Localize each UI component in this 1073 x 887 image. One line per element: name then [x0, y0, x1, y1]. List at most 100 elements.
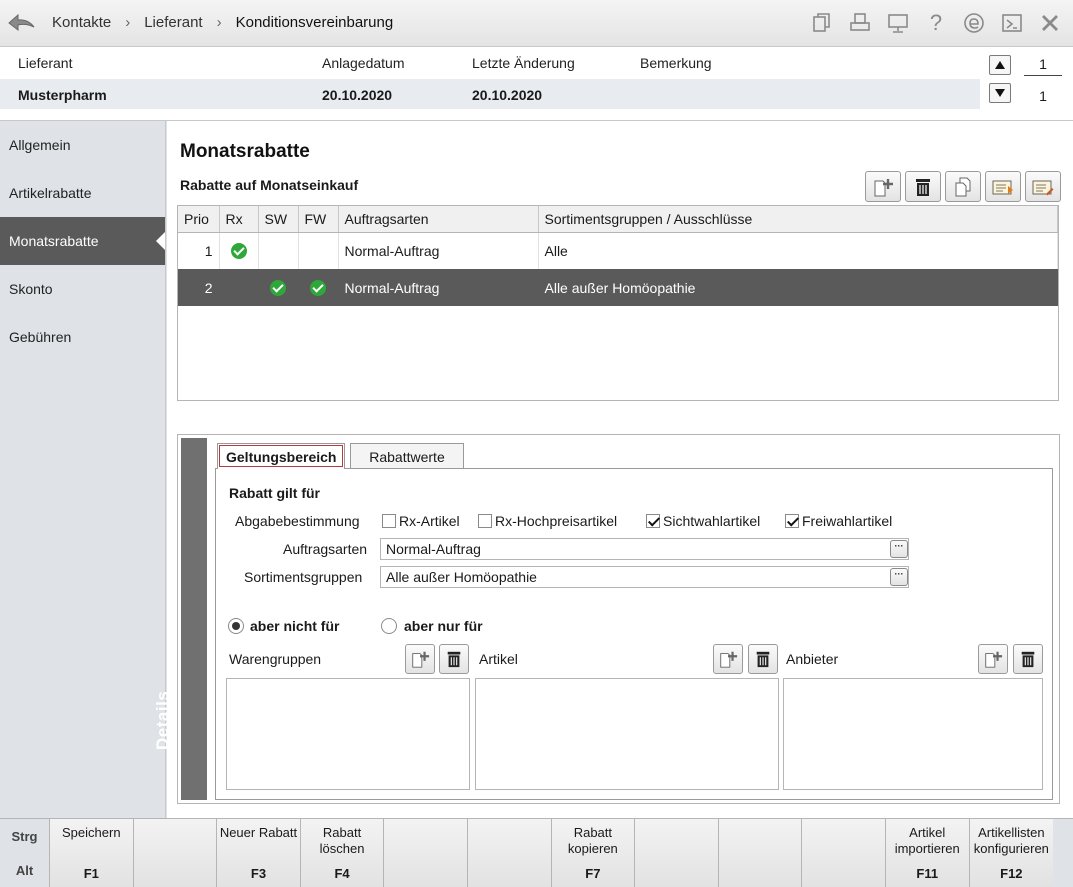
add-anbieter-button[interactable]: [978, 644, 1008, 674]
warengruppen-list[interactable]: [226, 678, 470, 790]
lieferant-label: Lieferant: [18, 55, 73, 71]
f1-speichern-button[interactable]: Speichern F1: [50, 819, 134, 887]
sichtwahl-checkbox[interactable]: [646, 514, 660, 528]
breadcrumb-lieferant[interactable]: Lieferant: [144, 14, 202, 31]
rx-hochpreis-label: Rx-Hochpreisartikel: [495, 513, 618, 529]
supplier-row[interactable]: Musterpharm 20.10.2020 20.10.2020: [0, 79, 980, 109]
cell-auftragsarten: Normal-Auftrag: [338, 232, 539, 269]
rx-artikel-label: Rx-Artikel: [399, 513, 460, 529]
breadcrumb-kontakte[interactable]: Kontakte: [52, 14, 111, 31]
add-artikel-button[interactable]: [713, 644, 743, 674]
configure-list-button[interactable]: [1025, 171, 1061, 202]
column-header-rx[interactable]: Rx: [219, 206, 259, 233]
delete-warengruppe-button[interactable]: [439, 644, 469, 674]
column-header-auftragsarten[interactable]: Auftragsarten: [338, 206, 539, 233]
auftragsarten-browse-button[interactable]: ···: [890, 540, 908, 558]
auftragsarten-field[interactable]: Normal-Auftrag: [380, 538, 909, 560]
sortiment-field[interactable]: Alle außer Homöopathie: [380, 566, 909, 588]
configure-list-icon: [1032, 180, 1054, 195]
breadcrumb-separator-icon: ›: [125, 14, 131, 31]
scroll-up-button[interactable]: [989, 55, 1011, 75]
sidebar-item-label: Allgemein: [9, 137, 71, 153]
column-header-fw[interactable]: FW: [298, 206, 339, 233]
breadcrumb: Kontakte › Lieferant › Konditionsvereinb…: [52, 14, 393, 31]
sortiment-browse-button[interactable]: ···: [890, 568, 908, 586]
lieferant-value: Musterpharm: [18, 87, 107, 103]
help-icon[interactable]: ?: [923, 10, 949, 36]
f4-rabatt-loeschen-button[interactable]: Rabatt löschen F4: [300, 819, 385, 887]
rx-artikel-checkbox[interactable]: [382, 514, 396, 528]
copy-rabatt-button[interactable]: [945, 171, 981, 202]
page-title: Monatsrabatte: [180, 141, 310, 162]
modifier-column: Strg Alt: [0, 819, 50, 887]
copy-icon[interactable]: [809, 10, 835, 36]
add-warengruppe-button[interactable]: [405, 644, 435, 674]
f9-button[interactable]: [718, 819, 803, 887]
artikel-label: Artikel: [479, 651, 518, 667]
add-document-icon: [874, 178, 893, 196]
f8-button[interactable]: [635, 819, 719, 887]
alt-modifier[interactable]: Alt: [16, 863, 33, 878]
breadcrumb-konditionsvereinbarung: Konditionsvereinbarung: [235, 14, 394, 31]
import-list-icon: [992, 180, 1013, 194]
rx-hochpreis-checkbox[interactable]: [478, 514, 492, 528]
aber-nur-fuer-label: aber nur für: [404, 618, 483, 634]
details-strip-label: Details: [153, 690, 172, 750]
breadcrumb-separator-icon: ›: [216, 14, 222, 31]
page-total: 1: [1039, 88, 1047, 104]
auftragsarten-label: Auftragsarten: [283, 541, 368, 557]
delete-artikel-button[interactable]: [748, 644, 778, 674]
strg-modifier[interactable]: Strg: [12, 829, 38, 844]
tab-geltungsbereich[interactable]: Geltungsbereich: [217, 443, 346, 469]
warengruppen-label: Warengruppen: [229, 651, 322, 667]
info-e-icon[interactable]: [961, 10, 987, 36]
f2-button[interactable]: [133, 819, 218, 887]
import-button[interactable]: [985, 171, 1021, 202]
sidebar-item-gebuehren[interactable]: Gebühren: [0, 313, 165, 361]
tab-rabattwerte[interactable]: Rabattwerte: [350, 443, 464, 469]
letzte-aenderung-value: 20.10.2020: [472, 87, 543, 103]
f5-button[interactable]: [384, 819, 468, 887]
aber-nicht-fuer-label: aber nicht für: [250, 618, 340, 634]
column-header-sw[interactable]: SW: [258, 206, 299, 233]
anbieter-list[interactable]: [783, 678, 1043, 790]
details-strip[interactable]: Details: [153, 438, 207, 800]
abgabebestimmung-label: Abgabebestimmung: [235, 513, 360, 529]
window-icon[interactable]: [999, 10, 1025, 36]
sidebar: Allgemein Artikelrabatte Monatsrabatte S…: [0, 121, 166, 818]
sidebar-item-artikelrabatte[interactable]: Artikelrabatte: [0, 169, 165, 217]
f3-neuer-rabatt-button[interactable]: Neuer Rabatt F3: [217, 819, 301, 887]
close-icon[interactable]: [1037, 10, 1063, 36]
print-icon[interactable]: [847, 10, 873, 36]
add-rabatt-button[interactable]: [865, 171, 901, 202]
delete-anbieter-button[interactable]: [1013, 644, 1043, 674]
back-arrow-icon[interactable]: [6, 9, 36, 35]
delete-rabatt-button[interactable]: [905, 171, 941, 202]
triangle-down-icon: [995, 89, 1005, 97]
aber-nur-fuer-radio[interactable]: [381, 618, 397, 634]
freiwahl-checkbox[interactable]: [785, 514, 799, 528]
f10-button[interactable]: [802, 819, 886, 887]
sidebar-item-skonto[interactable]: Skonto: [0, 265, 165, 313]
artikel-list[interactable]: [475, 678, 779, 790]
trash-icon: [756, 651, 770, 668]
f6-button[interactable]: [467, 819, 552, 887]
title-bar: Kontakte › Lieferant › Konditionsvereinb…: [0, 0, 1073, 47]
column-header-prio[interactable]: Prio: [178, 206, 220, 233]
bemerkung-label: Bemerkung: [640, 55, 712, 71]
details-panel: Details Geltungsbereich Rabattwerte Raba…: [153, 434, 1060, 804]
anlagedatum-label: Anlagedatum: [322, 55, 405, 71]
sidebar-item-label: Monatsrabatte: [9, 233, 99, 249]
scroll-down-button[interactable]: [989, 83, 1011, 103]
table-row[interactable]: 1 Normal-Auftrag Alle: [178, 232, 1058, 269]
f7-rabatt-kopieren-button[interactable]: Rabatt kopieren F7: [551, 819, 636, 887]
monitor-icon[interactable]: [885, 10, 911, 36]
table-row[interactable]: 2 Normal-Auftrag Alle außer Homöopathie: [178, 269, 1058, 306]
freiwahl-label: Freiwahlartikel: [802, 513, 893, 529]
f11-artikel-importieren-button[interactable]: Artikel importieren F11: [885, 819, 970, 887]
aber-nicht-fuer-radio[interactable]: [228, 618, 244, 634]
column-header-sortimentsgruppen[interactable]: Sortimentsgruppen / Ausschlüsse: [538, 206, 1058, 233]
sidebar-item-allgemein[interactable]: Allgemein: [0, 121, 165, 169]
sidebar-item-monatsrabatte[interactable]: Monatsrabatte: [0, 217, 165, 265]
f12-artikellisten-konfigurieren-button[interactable]: Artikellisten konfigurieren F12: [969, 819, 1054, 887]
